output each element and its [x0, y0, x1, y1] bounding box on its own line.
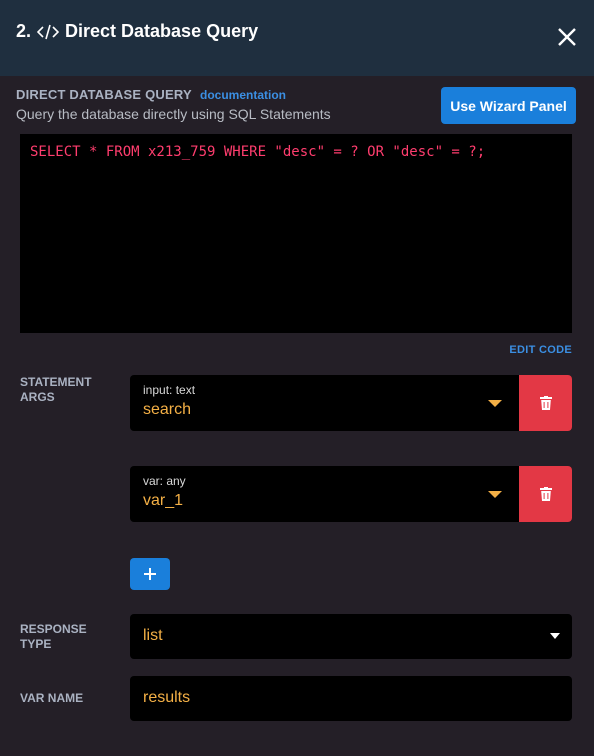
delete-arg-button[interactable] [519, 466, 572, 522]
add-arg-button[interactable] [130, 558, 170, 590]
step-number: 2. [16, 21, 32, 41]
caret-down-icon [488, 491, 502, 498]
statement-arg: input: text search [130, 375, 572, 431]
var-name-input[interactable]: results [130, 676, 572, 721]
trash-icon [539, 487, 552, 501]
response-type-label-line1: RESPONSE [20, 622, 87, 636]
statement-args-label-line1: STATEMENT [20, 375, 92, 389]
statement-arg-value: search [143, 401, 192, 418]
statement-args-label-line2: ARGS [20, 390, 55, 404]
documentation-link[interactable]: documentation [200, 88, 286, 102]
trash-icon [539, 396, 552, 410]
use-wizard-panel-button[interactable]: Use Wizard Panel [441, 87, 576, 124]
section-subtitle: Query the database directly using SQL St… [16, 106, 331, 122]
panel-header: 2. Direct Database Query [0, 0, 594, 76]
var-name-label: VAR NAME [20, 691, 84, 705]
statement-arg-select[interactable]: input: text search [130, 375, 519, 431]
section-label: DIRECT DATABASE QUERY [16, 87, 192, 102]
response-type-label: RESPONSE TYPE [20, 622, 87, 652]
sql-code-line: SELECT * FROM x213_759 WHERE "desc" = ? … [30, 144, 486, 160]
statement-arg: var: any var_1 [130, 466, 572, 522]
statement-arg-select[interactable]: var: any var_1 [130, 466, 519, 522]
var-name-value: results [143, 689, 191, 706]
statement-arg-type: var: any [143, 474, 186, 488]
sql-code-editor[interactable]: SELECT * FROM x213_759 WHERE "desc" = ? … [20, 134, 572, 333]
panel-title-text: Direct Database Query [65, 21, 259, 41]
response-type-select[interactable]: list [130, 614, 572, 659]
delete-arg-button[interactable] [519, 375, 572, 431]
statement-args-label: STATEMENT ARGS [20, 375, 92, 405]
statement-arg-type: input: text [143, 383, 196, 397]
caret-down-icon [488, 400, 502, 407]
caret-down-icon [550, 633, 560, 639]
close-icon[interactable] [556, 26, 578, 48]
plus-icon [144, 568, 156, 580]
edit-code-link[interactable]: EDIT CODE [509, 344, 572, 356]
response-type-value: list [143, 627, 163, 644]
code-icon [37, 22, 60, 42]
panel-title: 2. Direct Database Query [16, 21, 258, 42]
statement-arg-value: var_1 [143, 492, 184, 509]
response-type-label-line2: TYPE [20, 637, 52, 651]
